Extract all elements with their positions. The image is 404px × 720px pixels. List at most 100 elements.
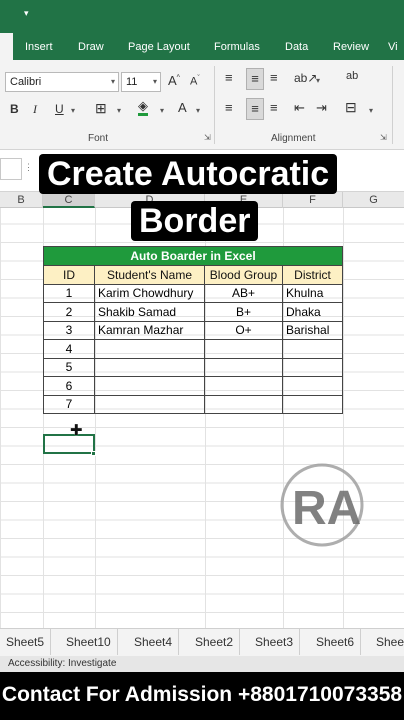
header-student-name[interactable]: Student's Name <box>94 265 205 285</box>
cell-name[interactable] <box>94 376 205 396</box>
sheet-tab-partial[interactable]: Shee <box>370 629 404 655</box>
column-header-c[interactable]: C <box>43 192 95 208</box>
column-header-f[interactable]: F <box>283 192 343 208</box>
overlay-title-line-2: Border <box>131 201 259 241</box>
table-row: 7 <box>43 394 343 414</box>
wrap-text-icon[interactable]: ab <box>346 70 358 82</box>
cell-district[interactable]: Khulna <box>282 283 343 303</box>
sheet-tab-bar: Sheet5 Sheet10 Sheet4 Sheet2 Sheet3 Shee… <box>0 628 404 656</box>
tab-page-layout[interactable]: Page Layout <box>128 36 190 58</box>
cell-id[interactable]: 2 <box>43 302 95 322</box>
font-size-dropdown-icon[interactable]: ▾ <box>153 73 157 91</box>
header-blood-group[interactable]: Blood Group <box>204 265 283 285</box>
column-header-g[interactable]: G <box>343 192 404 208</box>
cell-id[interactable]: 5 <box>43 357 95 377</box>
tab-formulas[interactable]: Formulas <box>214 36 260 58</box>
sheet-tab-sheet2[interactable]: Sheet2 <box>189 629 241 655</box>
cell-name[interactable] <box>94 339 205 359</box>
header-id[interactable]: ID <box>43 265 95 285</box>
tab-draw[interactable]: Draw <box>78 36 104 58</box>
alignment-dialog-launcher-icon[interactable]: ⇲ <box>380 133 387 142</box>
header-district[interactable]: District <box>282 265 343 285</box>
file-tab-edge[interactable] <box>0 33 13 60</box>
shrink-font-icon[interactable]: Aˇ <box>190 75 200 88</box>
font-size-box[interactable]: 11 ▾ <box>121 72 161 92</box>
tab-review[interactable]: Review <box>333 36 369 58</box>
increase-indent-icon[interactable]: ⇥ <box>316 100 327 116</box>
cell-blood-group[interactable] <box>204 376 283 396</box>
align-middle-icon[interactable]: ≡ <box>246 68 264 90</box>
cell-blood-group[interactable]: B+ <box>204 302 283 322</box>
table-row: 1 Karim Chowdhury AB+ Khulna <box>43 283 343 303</box>
font-color-dropdown-icon[interactable]: ▾ <box>196 106 200 115</box>
grid-line <box>343 208 344 628</box>
align-bottom-icon[interactable]: ≡ <box>270 70 278 85</box>
table-header-row: ID Student's Name Blood Group District <box>43 265 343 285</box>
underline-icon[interactable]: U <box>55 102 64 116</box>
selected-cell[interactable] <box>43 434 95 454</box>
align-center-icon[interactable]: ≡ <box>246 98 264 120</box>
sheet-tab-sheet4[interactable]: Sheet4 <box>128 629 180 655</box>
fill-color-dropdown-icon[interactable]: ▾ <box>160 106 164 115</box>
merge-dropdown-icon[interactable]: ▾ <box>369 106 373 115</box>
cell-blood-group[interactable] <box>204 339 283 359</box>
cell-district[interactable] <box>282 339 343 359</box>
sheet-tab-sheet10[interactable]: Sheet10 <box>60 629 118 655</box>
orientation-icon[interactable]: ab↗ <box>294 71 317 85</box>
cell-id[interactable]: 3 <box>43 320 95 340</box>
table-title[interactable]: Auto Boarder in Excel <box>43 246 343 266</box>
cell-district[interactable] <box>282 357 343 377</box>
cell-id[interactable]: 1 <box>43 283 95 303</box>
cell-id[interactable]: 6 <box>43 376 95 396</box>
cell-blood-group[interactable] <box>204 357 283 377</box>
bold-icon[interactable]: B <box>10 102 19 116</box>
cell-name[interactable]: Kamran Mazhar <box>94 320 205 340</box>
fill-handle[interactable] <box>91 451 96 456</box>
cell-name[interactable] <box>94 394 205 414</box>
cell-blood-group[interactable]: O+ <box>204 320 283 340</box>
cell-district[interactable]: Barishal <box>282 320 343 340</box>
font-name-box[interactable]: Calibri ▾ <box>5 72 119 92</box>
cell-id[interactable]: 7 <box>43 394 95 414</box>
tab-view[interactable]: Vi <box>388 36 398 58</box>
sheet-tab-sheet5[interactable]: Sheet5 <box>0 629 52 655</box>
cell-name[interactable] <box>94 357 205 377</box>
cell-district[interactable] <box>282 394 343 414</box>
merge-center-icon[interactable]: ⊟ <box>345 99 357 116</box>
cell-district[interactable] <box>282 376 343 396</box>
borders-dropdown-icon[interactable]: ▾ <box>117 106 121 115</box>
sheet-tab-sheet6[interactable]: Sheet6 <box>310 629 362 655</box>
accessibility-status[interactable]: Accessibility: Investigate <box>8 658 116 669</box>
quick-access-dropdown-icon[interactable]: ▾ <box>24 8 29 19</box>
align-right-icon[interactable]: ≡ <box>270 100 278 115</box>
align-top-icon[interactable]: ≡ <box>225 70 233 85</box>
table-row: 2 Shakib Samad B+ Dhaka <box>43 302 343 322</box>
formula-bar-more-icon[interactable]: ⋮ <box>24 162 33 173</box>
font-size-value: 11 <box>126 76 138 88</box>
table-row: 4 <box>43 339 343 359</box>
grow-font-icon[interactable]: A^ <box>168 73 180 88</box>
cell-blood-group[interactable]: AB+ <box>204 283 283 303</box>
tab-data[interactable]: Data <box>285 36 308 58</box>
borders-icon[interactable]: ⊞ <box>95 100 107 117</box>
underline-dropdown-icon[interactable]: ▾ <box>71 106 75 115</box>
decrease-indent-icon[interactable]: ⇤ <box>294 100 305 116</box>
cell-id[interactable]: 4 <box>43 339 95 359</box>
fill-color-icon[interactable]: ◈ <box>138 99 148 116</box>
cell-name[interactable]: Shakib Samad <box>94 302 205 322</box>
cell-district[interactable]: Dhaka <box>282 302 343 322</box>
font-color-icon[interactable]: A <box>178 100 187 115</box>
font-dialog-launcher-icon[interactable]: ⇲ <box>204 133 211 142</box>
name-box[interactable] <box>0 158 22 180</box>
column-header-b[interactable]: B <box>0 192 43 208</box>
sheet-tab-sheet3[interactable]: Sheet3 <box>249 629 301 655</box>
orientation-dropdown-icon[interactable]: ▾ <box>316 76 320 85</box>
alignment-group-label: Alignment <box>271 133 316 144</box>
italic-icon[interactable]: I <box>33 102 37 117</box>
cell-name[interactable]: Karim Chowdhury <box>94 283 205 303</box>
cell-blood-group[interactable] <box>204 394 283 414</box>
tab-insert[interactable]: Insert <box>25 36 53 58</box>
align-left-icon[interactable]: ≡ <box>225 100 233 115</box>
font-name-dropdown-icon[interactable]: ▾ <box>111 73 115 91</box>
status-bar: Accessibility: Investigate <box>0 656 404 672</box>
